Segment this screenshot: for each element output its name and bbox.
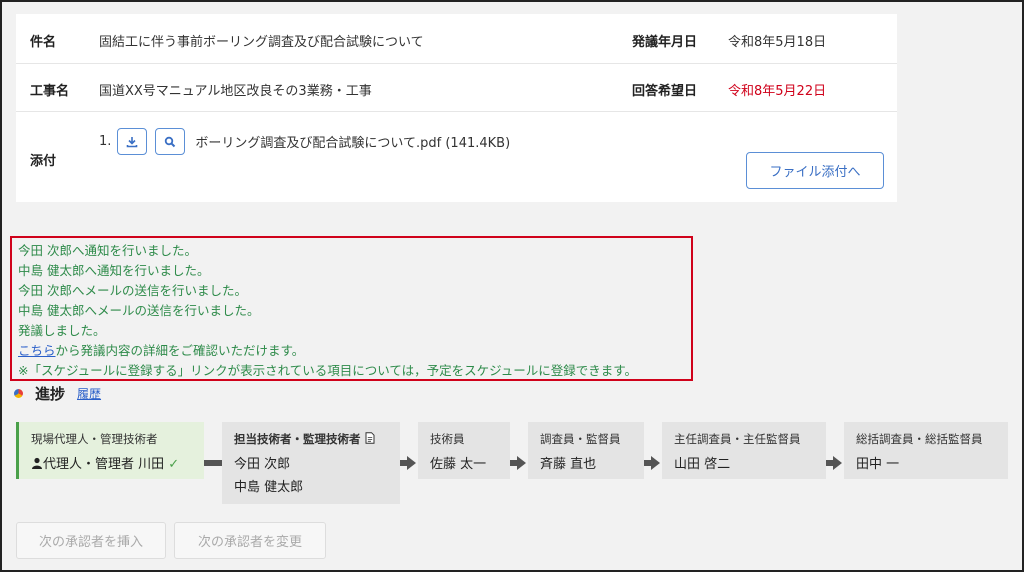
flow-arrow-icon [833,456,842,470]
notification-line: 中島 健太郎へ通知を行いました。 [18,263,210,278]
preview-button[interactable] [155,128,186,155]
subject-row: 件名 固結工に伴う事前ボーリング調査及び配合試験について 発議年月日 令和8年5… [16,14,897,64]
notification-box: 今田 次郎へ通知を行いました。 中島 健太郎へ通知を行いました。 今田 次郎へメ… [10,236,693,381]
progress-status-icon [14,389,23,398]
history-link[interactable]: 履歴 [77,385,101,402]
info-card: 件名 固結工に伴う事前ボーリング調査及び配合試験について 発議年月日 令和8年5… [16,14,897,202]
attachment-filename[interactable]: ボーリング調査及び配合試験について.pdf (141.4KB) [195,132,510,151]
notification-line: 今田 次郎へメールの送信を行いました。 [18,283,247,298]
flow-connector [644,460,651,466]
step-person: 斉藤 直也 [540,457,597,472]
step-role: 主任調査員・主任監督員 [674,432,801,446]
step-role: 担当技術者・監理技術者 [234,431,388,447]
notification-line: 発議しました。 [18,323,106,338]
reply-date-value: 令和8年5月22日 [728,84,827,99]
attach-label: 添付 [30,154,57,169]
work-name-label: 工事名 [30,84,70,99]
download-button[interactable] [117,128,148,155]
issue-date-label: 発議年月日 [632,35,698,50]
change-next-approver-button[interactable]: 次の承認者を変更 [174,522,326,559]
work-name-value: 国道XX号マニュアル地区改良その3業務・工事 [99,84,372,99]
file-attach-button[interactable]: ファイル添付へ [746,152,884,189]
attachment-item: 1. ボーリング調査及び配合試験について.pdf (141.4KB) [99,128,510,155]
step-person: 今田 次郎 [234,457,291,472]
step-role: 技術員 [430,432,465,446]
step-person: 山田 啓二 [674,457,731,472]
flow-connector [510,460,517,466]
progress-title: 進捗 [35,385,66,403]
notification-line: 中島 健太郎へメールの送信を行いました。 [18,303,260,318]
step-role: 調査員・監督員 [540,432,621,446]
step-role: 現場代理人・管理技術者 [31,432,158,446]
step-person-name: 代理人・管理者 川田 [43,457,165,472]
flow-arrow-icon [517,456,526,470]
check-icon: ✓ [168,457,180,472]
flow-arrow-icon [651,456,660,470]
approval-step: 総括調査員・総括監督員 田中 一 [844,422,1008,479]
step-person: 田中 一 [856,457,900,472]
attachment-number: 1. [99,134,112,149]
subject-value: 固結工に伴う事前ボーリング調査及び配合試験について [99,35,424,50]
schedule-note: ※「スケジュールに登録する」リンクが表示されている項目については，予定をスケジュ… [18,363,637,378]
flow-connector [204,460,222,466]
step-person: 代理人・管理者 川田 ✓ [31,453,192,472]
progress-header: 進捗 履歴 [14,383,101,404]
detail-link[interactable]: こちら [18,343,56,358]
detail-line: こちらから発議内容の詳細をご確認いただけます。 [18,341,685,361]
person-icon [32,457,42,469]
magnifier-icon [165,136,176,147]
reply-date-label: 回答希望日 [632,84,698,99]
approval-step: 担当技術者・監理技術者 今田 次郎 中島 健太郎 [222,422,400,504]
download-icon [127,136,138,147]
step-role: 総括調査員・総括監督員 [856,432,983,446]
approval-step-current: 現場代理人・管理技術者 代理人・管理者 川田 ✓ [16,422,204,479]
approval-step: 技術員 佐藤 太一 [418,422,510,479]
flow-connector [826,460,833,466]
detail-link-suffix: から発議内容の詳細をご確認いただけます。 [55,343,305,358]
flow-arrow-icon [407,456,416,470]
flow-connector [400,460,407,466]
approval-step: 調査員・監督員 斉藤 直也 [528,422,644,479]
document-icon[interactable] [365,432,375,444]
approval-step: 主任調査員・主任監督員 山田 啓二 [662,422,826,479]
step-person: 中島 健太郎 [234,480,304,495]
issue-date-value: 令和8年5月18日 [728,35,827,50]
work-name-row: 工事名 国道XX号マニュアル地区改良その3業務・工事 回答希望日 令和8年5月2… [16,64,897,112]
notification-line: 今田 次郎へ通知を行いました。 [18,243,197,258]
step-person: 佐藤 太一 [430,457,487,472]
attachment-row: 添付 1. ボーリング調査及び配合試験について.pdf (141.4KB) ファ… [16,112,897,202]
insert-next-approver-button[interactable]: 次の承認者を挿入 [16,522,166,559]
subject-label: 件名 [30,35,57,50]
